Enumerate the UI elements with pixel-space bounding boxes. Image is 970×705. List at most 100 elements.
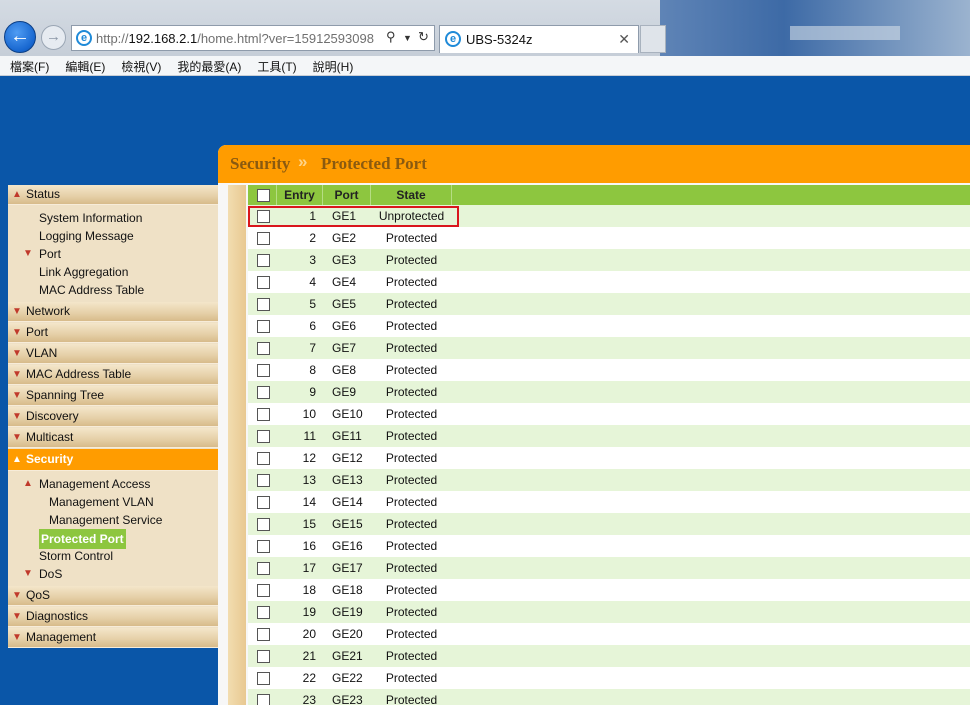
cell-port: GE18 xyxy=(332,583,363,597)
cell-port: GE7 xyxy=(332,341,357,355)
sidebar-group-port[interactable]: ▼ Port xyxy=(8,323,219,343)
sidebar-item-management-service[interactable]: Management Service xyxy=(8,511,219,529)
cell-port: GE16 xyxy=(332,539,363,553)
cell-state: Protected xyxy=(385,693,438,705)
sidebar-group-multicast[interactable]: ▼ Multicast xyxy=(8,428,219,448)
row-checkbox[interactable] xyxy=(257,430,270,443)
cell-port: GE5 xyxy=(332,297,357,311)
sidebar-item-label: Storm Control xyxy=(39,549,114,563)
search-icon[interactable]: ⚲ xyxy=(386,29,396,45)
sidebar-group-spanning-tree[interactable]: ▼ Spanning Tree xyxy=(8,386,219,406)
menu-edit[interactable]: 編輯(E) xyxy=(55,56,105,75)
row-checkbox[interactable] xyxy=(257,628,270,641)
row-checkbox[interactable] xyxy=(257,232,270,245)
sidebar-item-dos[interactable]: ▼ DoS xyxy=(8,565,219,583)
sidebar-group-label: Status xyxy=(26,187,61,201)
cell-entry: 12 xyxy=(302,451,316,465)
sidebar-item-label: DoS xyxy=(39,567,63,581)
cell-entry: 2 xyxy=(309,231,316,245)
cell-state: Protected xyxy=(385,407,438,421)
row-checkbox[interactable] xyxy=(257,254,270,267)
close-icon[interactable]: ✕ xyxy=(618,31,630,48)
chevron-down-icon: ▼ xyxy=(12,411,22,422)
table-row: 17 GE17 Protected xyxy=(248,557,970,579)
cell-state: Protected xyxy=(385,451,438,465)
new-tab-button[interactable] xyxy=(640,25,666,53)
row-checkbox[interactable] xyxy=(257,342,270,355)
sidebar-item-port[interactable]: ▼ Port xyxy=(8,245,219,263)
menu-file[interactable]: 檔案(F) xyxy=(0,56,49,75)
sidebar-item-system-information[interactable]: System Information xyxy=(8,209,219,227)
dropdown-icon[interactable]: ▼ xyxy=(403,33,412,43)
sidebar-item-logging-message[interactable]: Logging Message xyxy=(8,227,219,245)
sidebar-group-vlan[interactable]: ▼ VLAN xyxy=(8,344,219,364)
row-checkbox[interactable] xyxy=(257,584,270,597)
sidebar-item-management-vlan[interactable]: Management VLAN xyxy=(8,493,219,511)
sidebar-group-label: Security xyxy=(26,452,74,466)
sidebar-item-protected-port[interactable]: Protected Port xyxy=(8,529,219,549)
column-header-port: Port xyxy=(323,185,371,205)
menu-help[interactable]: 說明(H) xyxy=(303,56,354,75)
row-checkbox[interactable] xyxy=(257,562,270,575)
sidebar-item-link-aggregation[interactable]: Link Aggregation xyxy=(8,263,219,281)
column-header-state: State xyxy=(371,185,452,205)
sidebar-item-label: Protected Port xyxy=(39,529,126,549)
sidebar-group-label: Multicast xyxy=(26,430,74,444)
cell-entry: 17 xyxy=(302,561,316,575)
sidebar-group-discovery[interactable]: ▼ Discovery xyxy=(8,407,219,427)
cell-entry: 14 xyxy=(302,495,316,509)
sidebar-item-label: Port xyxy=(39,247,62,261)
sidebar-group-diagnostics[interactable]: ▼ Diagnostics xyxy=(8,607,219,627)
forward-button[interactable]: → xyxy=(41,25,66,50)
row-checkbox[interactable] xyxy=(257,452,270,465)
sidebar-group-status[interactable]: ▲ Status xyxy=(8,185,219,205)
row-checkbox[interactable] xyxy=(257,276,270,289)
browser-tab[interactable]: e UBS-5324z ✕ xyxy=(439,25,639,53)
row-checkbox[interactable] xyxy=(257,540,270,553)
cell-state: Protected xyxy=(385,495,438,509)
sidebar-item-management-access[interactable]: ▲ Management Access xyxy=(8,475,219,493)
table-row: 4 GE4 Protected xyxy=(248,271,970,293)
row-checkbox[interactable] xyxy=(257,408,270,421)
sidebar-group-management[interactable]: ▼ Management xyxy=(8,628,219,648)
address-bar[interactable]: e http://192.168.2.1/home.html?ver=15912… xyxy=(71,25,435,51)
sidebar-item-storm-control[interactable]: Storm Control xyxy=(8,547,219,565)
row-checkbox[interactable] xyxy=(257,320,270,333)
cell-port: GE13 xyxy=(332,473,363,487)
cell-port: GE20 xyxy=(332,627,363,641)
chevron-down-icon: ▼ xyxy=(23,568,33,579)
refresh-icon[interactable]: ↻ xyxy=(418,29,429,45)
sidebar-group-qos[interactable]: ▼ QoS xyxy=(8,586,219,606)
row-checkbox[interactable] xyxy=(257,474,270,487)
menu-tools[interactable]: 工具(T) xyxy=(247,56,296,75)
sidebar-item-mac-address-table[interactable]: MAC Address Table xyxy=(8,281,219,299)
cell-port: GE2 xyxy=(332,231,357,245)
row-checkbox[interactable] xyxy=(257,672,270,685)
table-row: 5 GE5 Protected xyxy=(248,293,970,315)
page-header: Security » Protected Port xyxy=(218,145,970,183)
select-all-checkbox[interactable] xyxy=(257,189,270,202)
row-checkbox[interactable] xyxy=(257,518,270,531)
cell-entry: 20 xyxy=(302,627,316,641)
row-checkbox[interactable] xyxy=(257,606,270,619)
row-checkbox[interactable] xyxy=(257,694,270,705)
back-button[interactable]: ← xyxy=(4,21,36,53)
menu-view[interactable]: 檢視(V) xyxy=(111,56,161,75)
column-header-entry: Entry xyxy=(276,185,323,205)
table-row: 6 GE6 Protected xyxy=(248,315,970,337)
row-checkbox[interactable] xyxy=(257,298,270,311)
menu-favorites[interactable]: 我的最愛(A) xyxy=(167,56,241,75)
row-checkbox[interactable] xyxy=(257,364,270,377)
sidebar-group-network[interactable]: ▼ Network xyxy=(8,302,219,322)
sidebar-item-label: Logging Message xyxy=(39,229,134,243)
desktop-background xyxy=(660,0,970,56)
table-row: 11 GE11 Protected xyxy=(248,425,970,447)
breadcrumb-separator-icon: » xyxy=(298,152,308,171)
row-checkbox[interactable] xyxy=(257,386,270,399)
row-checkbox[interactable] xyxy=(257,650,270,663)
row-checkbox[interactable] xyxy=(257,496,270,509)
sidebar-group-mac-address-table[interactable]: ▼ MAC Address Table xyxy=(8,365,219,385)
sidebar-group-security[interactable]: ▲ Security xyxy=(8,449,219,471)
chevron-down-icon: ▼ xyxy=(12,348,22,359)
cell-entry: 15 xyxy=(302,517,316,531)
